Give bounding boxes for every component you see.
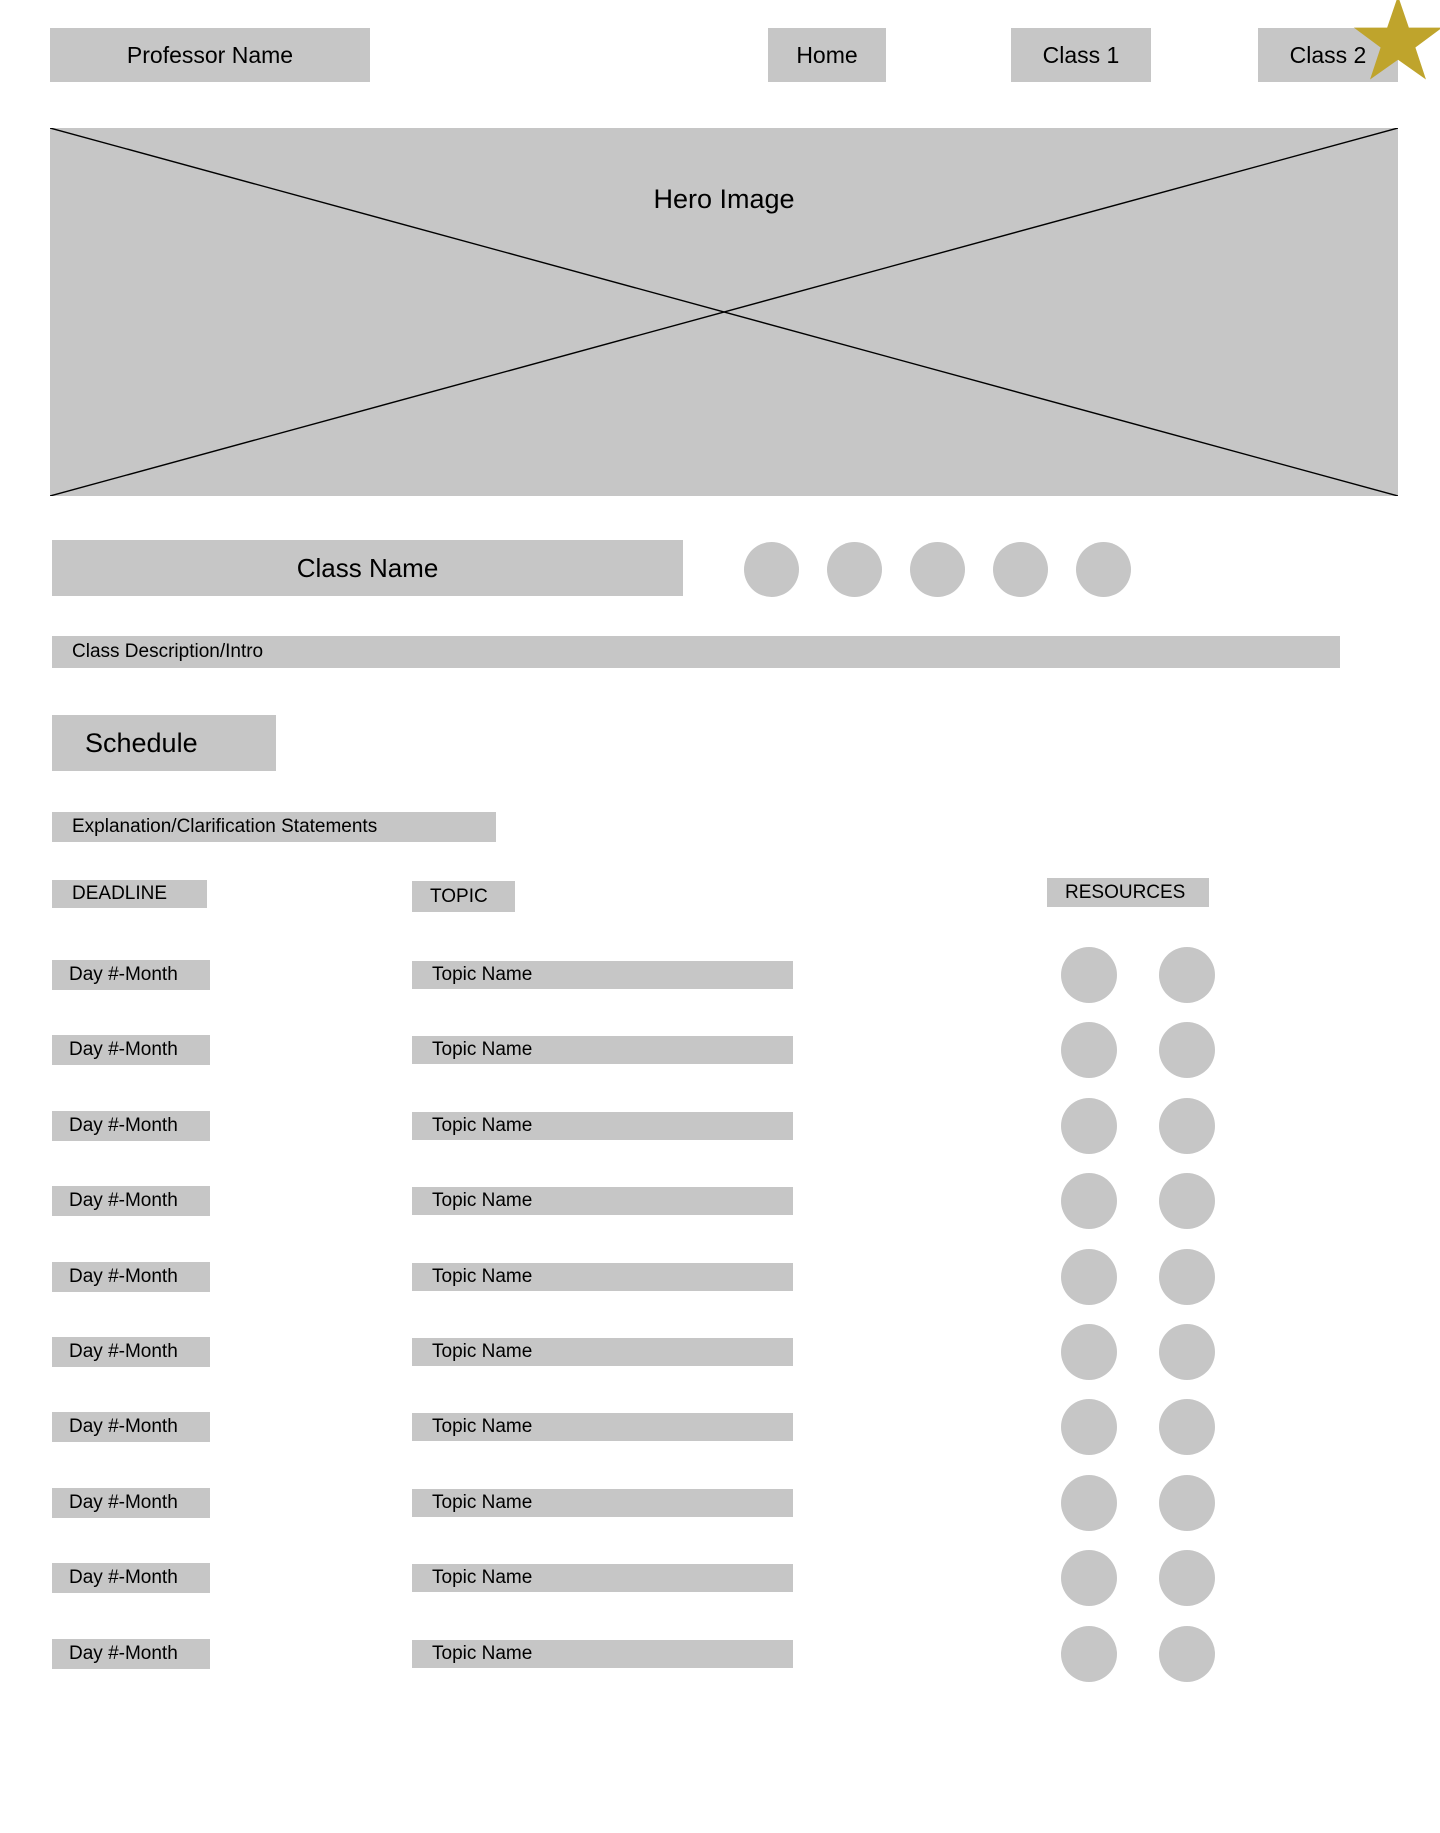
table-row-deadline: Day #-Month bbox=[52, 1110, 210, 1141]
social-circle-1-icon[interactable] bbox=[744, 542, 799, 597]
table-row-topic[interactable]: Topic Name bbox=[412, 961, 793, 989]
column-header-resources: RESOURCES bbox=[1047, 878, 1209, 907]
resource-circle-1-icon[interactable] bbox=[1061, 1248, 1117, 1305]
social-circle-4-icon[interactable] bbox=[993, 542, 1048, 597]
social-circle-3-icon[interactable] bbox=[910, 542, 965, 597]
table-row-deadline: Day #-Month bbox=[52, 1337, 210, 1367]
nav-brand-professor-name[interactable]: Professor Name bbox=[50, 28, 370, 82]
table-row-topic[interactable]: Topic Name bbox=[412, 1187, 793, 1216]
column-header-topic: TOPIC bbox=[412, 881, 515, 912]
resource-circle-1-icon[interactable] bbox=[1061, 1173, 1117, 1230]
resource-circle-2-icon[interactable] bbox=[1159, 1022, 1215, 1079]
resource-circle-2-icon[interactable] bbox=[1159, 1474, 1215, 1531]
resource-circle-1-icon[interactable] bbox=[1061, 1097, 1117, 1154]
resource-circle-2-icon[interactable] bbox=[1159, 1097, 1215, 1154]
table-row-deadline: Day #-Month bbox=[52, 1186, 210, 1217]
wireframe-page: Professor Name Home Class 1 Class 2 Hero… bbox=[0, 0, 1440, 1833]
resource-circle-1-icon[interactable] bbox=[1061, 1324, 1117, 1380]
nav-item-class-2[interactable]: Class 2 bbox=[1258, 28, 1398, 82]
resource-circle-2-icon[interactable] bbox=[1159, 1248, 1215, 1305]
schedule-section-heading: Schedule bbox=[52, 715, 276, 771]
resource-circle-2-icon[interactable] bbox=[1159, 1324, 1215, 1380]
resource-circle-1-icon[interactable] bbox=[1061, 1550, 1117, 1607]
column-header-deadline: DEADLINE bbox=[52, 880, 207, 908]
resource-circle-1-icon[interactable] bbox=[1061, 1022, 1117, 1079]
table-row-deadline: Day #-Month bbox=[52, 1487, 210, 1518]
table-row-deadline: Day #-Month bbox=[52, 1638, 210, 1669]
resource-circle-2-icon[interactable] bbox=[1159, 1399, 1215, 1456]
hero-image-placeholder: Hero Image bbox=[50, 128, 1398, 496]
top-navigation-bar: Professor Name Home Class 1 Class 2 bbox=[0, 0, 1440, 100]
table-row-deadline: Day #-Month bbox=[52, 1563, 210, 1594]
table-row-topic[interactable]: Topic Name bbox=[412, 1564, 793, 1593]
table-row-topic[interactable]: Topic Name bbox=[412, 1639, 793, 1668]
class-description-text: Class Description/Intro bbox=[52, 636, 1340, 668]
resource-circle-1-icon[interactable] bbox=[1061, 1399, 1117, 1456]
table-row-topic[interactable]: Topic Name bbox=[412, 1262, 793, 1291]
hero-image-label: Hero Image bbox=[653, 184, 795, 214]
resource-circle-2-icon[interactable] bbox=[1159, 947, 1215, 1003]
table-row-topic[interactable]: Topic Name bbox=[412, 1413, 793, 1442]
table-row-deadline: Day #-Month bbox=[52, 1035, 210, 1066]
table-row-topic[interactable]: Topic Name bbox=[412, 1488, 793, 1517]
schedule-explanation-text: Explanation/Clarification Statements bbox=[52, 812, 496, 842]
nav-item-home[interactable]: Home bbox=[768, 28, 886, 82]
table-row-deadline: Day #-Month bbox=[52, 1412, 210, 1443]
resource-circle-2-icon[interactable] bbox=[1159, 1173, 1215, 1230]
table-row-topic[interactable]: Topic Name bbox=[412, 1036, 793, 1065]
table-row-deadline: Day #-Month bbox=[52, 1261, 210, 1292]
resource-circle-1-icon[interactable] bbox=[1061, 1474, 1117, 1531]
table-row-topic[interactable]: Topic Name bbox=[412, 1338, 793, 1366]
social-circle-2-icon[interactable] bbox=[827, 542, 882, 597]
table-row-deadline: Day #-Month bbox=[52, 960, 210, 990]
resource-circle-2-icon[interactable] bbox=[1159, 1550, 1215, 1607]
resource-circle-1-icon[interactable] bbox=[1061, 1625, 1117, 1682]
nav-item-class-1[interactable]: Class 1 bbox=[1011, 28, 1151, 82]
resource-circle-1-icon[interactable] bbox=[1061, 947, 1117, 1003]
resource-circle-2-icon[interactable] bbox=[1159, 1625, 1215, 1682]
table-row-topic[interactable]: Topic Name bbox=[412, 1111, 793, 1140]
class-name-title: Class Name bbox=[52, 540, 683, 596]
social-circle-5-icon[interactable] bbox=[1076, 542, 1131, 597]
